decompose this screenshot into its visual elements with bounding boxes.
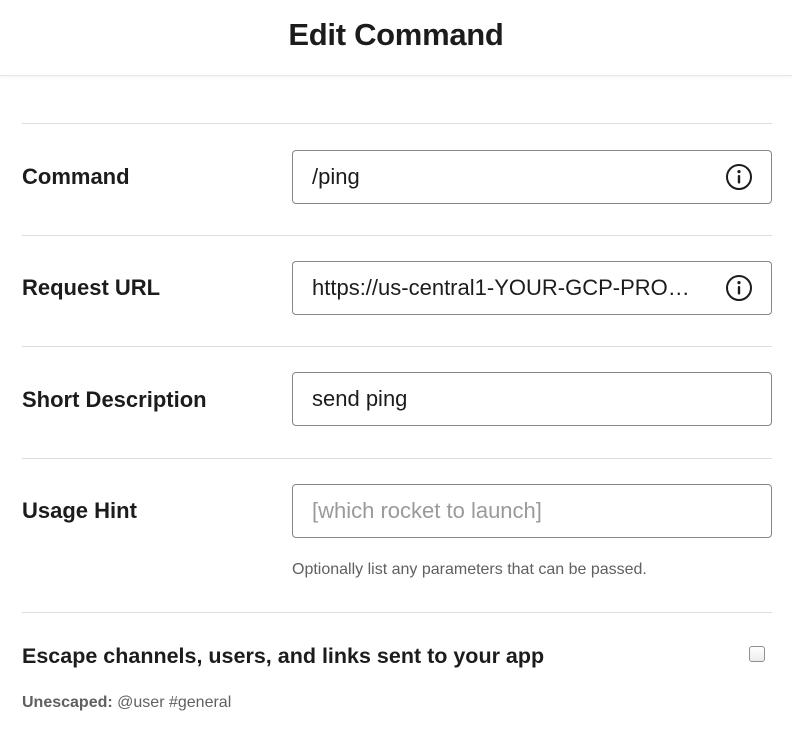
usage-hint-placeholder[interactable]: [which rocket to launch] (312, 498, 753, 524)
unescaped-example: Unescaped: @user #general (22, 694, 231, 712)
short-description-field[interactable]: send ping (292, 372, 772, 426)
unescaped-label: Unescaped: (22, 694, 113, 711)
info-icon[interactable] (725, 274, 753, 302)
usage-hint-help-text: Optionally list any parameters that can … (292, 561, 647, 578)
divider (22, 458, 772, 459)
divider (22, 346, 772, 347)
unescaped-value: @user #general (117, 694, 232, 711)
info-icon[interactable] (725, 163, 753, 191)
escape-option-label: Escape channels, users, and links sent t… (22, 644, 545, 668)
request-url-label: Request URL (22, 275, 161, 300)
command-value[interactable]: /ping (312, 164, 713, 190)
short-description-label: Short Description (22, 387, 207, 412)
request-url-value[interactable]: https://us-central1-YOUR-GCP-PRO… (312, 275, 713, 301)
command-field[interactable]: /ping (292, 150, 772, 204)
divider (22, 123, 772, 124)
usage-hint-field[interactable]: [which rocket to launch] (292, 484, 772, 538)
command-label: Command (22, 164, 130, 189)
escape-checkbox[interactable] (749, 646, 765, 662)
divider (22, 235, 772, 236)
page-header: Edit Command (0, 0, 792, 76)
divider (22, 612, 772, 613)
page-title: Edit Command (288, 16, 504, 52)
short-description-value[interactable]: send ping (312, 386, 753, 412)
request-url-field[interactable]: https://us-central1-YOUR-GCP-PRO… (292, 261, 772, 315)
usage-hint-label: Usage Hint (22, 498, 137, 523)
